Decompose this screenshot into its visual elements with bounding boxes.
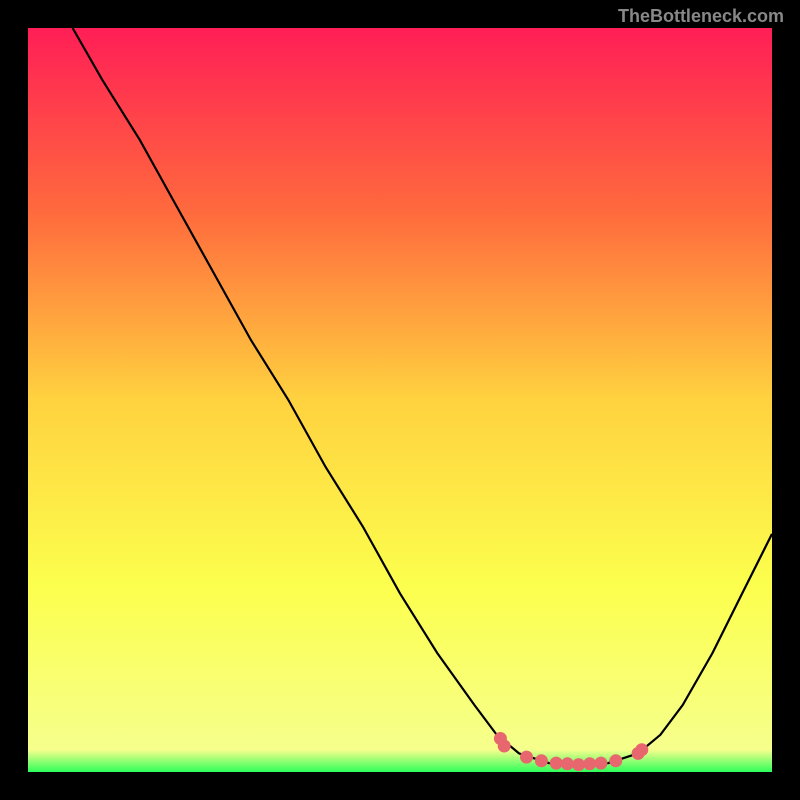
chart-marker bbox=[609, 754, 622, 767]
chart-marker bbox=[583, 757, 596, 770]
chart-marker bbox=[635, 743, 648, 756]
attribution-text: TheBottleneck.com bbox=[618, 6, 784, 27]
chart-marker bbox=[498, 740, 511, 753]
chart-marker bbox=[594, 757, 607, 770]
chart-marker bbox=[572, 758, 585, 771]
chart-marker bbox=[520, 751, 533, 764]
chart-marker bbox=[535, 754, 548, 767]
chart-marker bbox=[561, 757, 574, 770]
chart-plot-area bbox=[28, 28, 772, 772]
chart-markers bbox=[28, 28, 772, 772]
chart-marker bbox=[550, 757, 563, 770]
